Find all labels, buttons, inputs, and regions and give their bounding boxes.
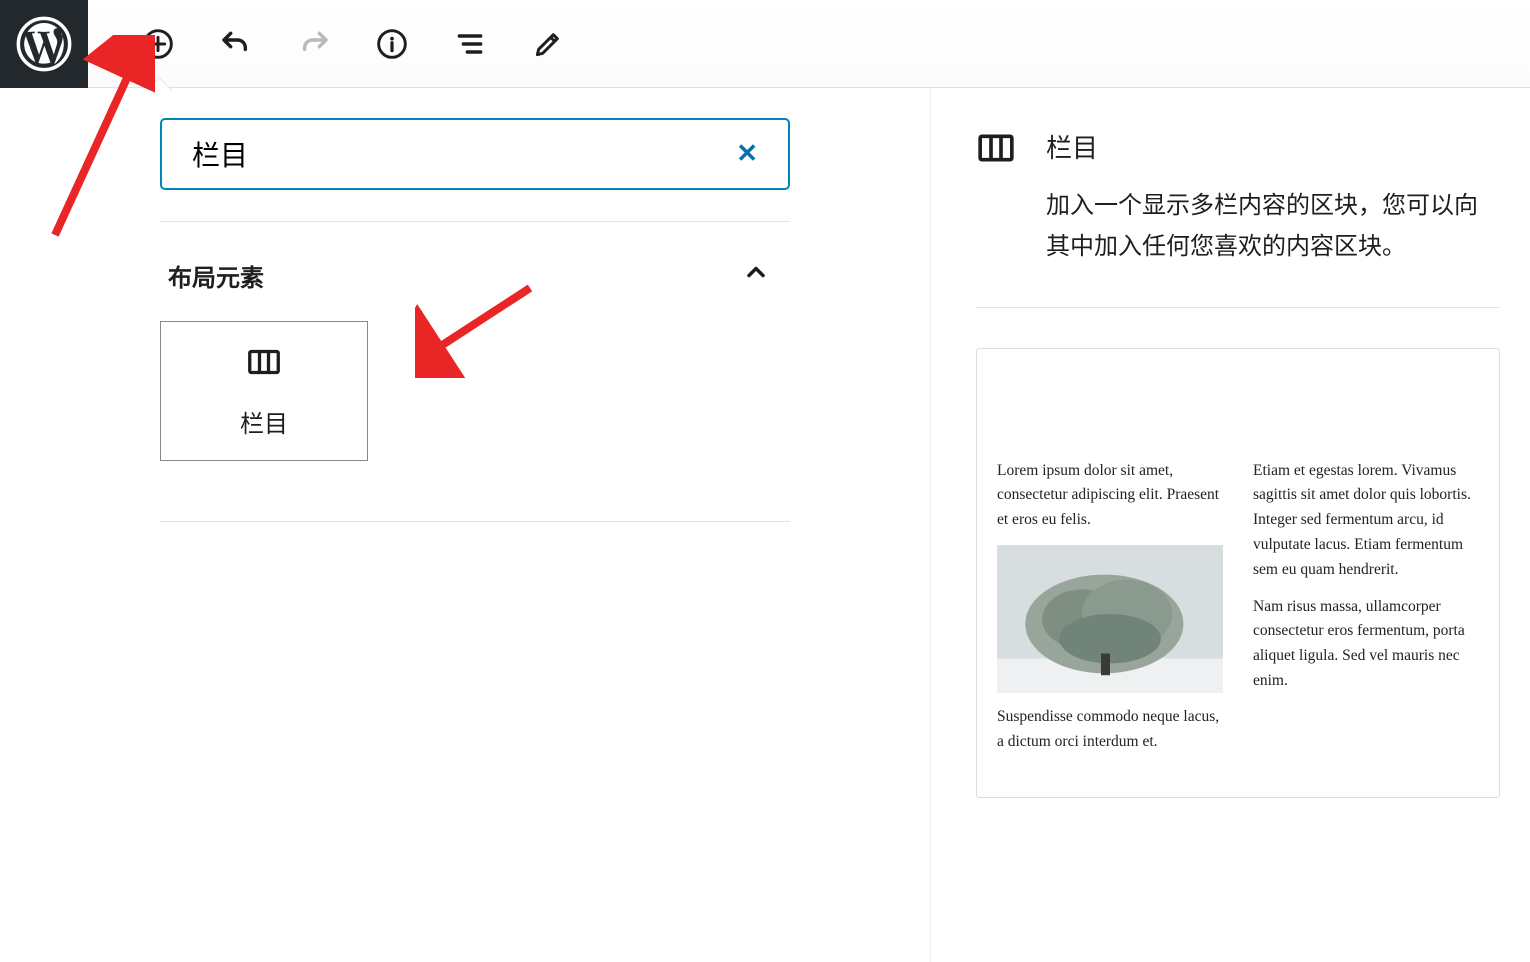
annotation-arrow-2 bbox=[415, 278, 545, 378]
columns-icon bbox=[246, 344, 282, 380]
pencil-icon bbox=[532, 28, 564, 60]
info-header: 栏目 加入一个显示多栏内容的区块，您可以向其中加入任何您喜欢的内容区块。 bbox=[976, 128, 1500, 308]
block-info-panel: 栏目 加入一个显示多栏内容的区块，您可以向其中加入任何您喜欢的内容区块。 Lor… bbox=[930, 88, 1530, 962]
block-info-title: 栏目 bbox=[1046, 128, 1500, 165]
redo-icon bbox=[298, 28, 330, 60]
search-container: ✕ bbox=[160, 118, 790, 190]
editor-toolbar bbox=[0, 0, 1530, 88]
block-tile-columns[interactable]: 栏目 bbox=[160, 321, 368, 461]
toolbar-button-group bbox=[88, 24, 568, 64]
undo-button[interactable] bbox=[216, 24, 256, 64]
columns-icon bbox=[976, 128, 1016, 267]
edit-button[interactable] bbox=[528, 24, 568, 64]
preview-text: Lorem ipsum dolor sit amet, consectetur … bbox=[997, 459, 1223, 533]
info-button[interactable] bbox=[372, 24, 412, 64]
annotation-arrow-1 bbox=[25, 35, 155, 245]
preview-text: Suspendisse commodo neque lacus, a dictu… bbox=[997, 705, 1223, 755]
divider bbox=[160, 521, 790, 522]
preview-column-2: Etiam et egestas lorem. Vivamus sagittis… bbox=[1253, 459, 1479, 767]
redo-button[interactable] bbox=[294, 24, 334, 64]
preview-column-1: Lorem ipsum dolor sit amet, consectetur … bbox=[997, 459, 1223, 767]
block-tile-label: 栏目 bbox=[240, 404, 288, 439]
block-search-input[interactable] bbox=[192, 138, 736, 170]
info-text: 栏目 加入一个显示多栏内容的区块，您可以向其中加入任何您喜欢的内容区块。 bbox=[1046, 128, 1500, 267]
outline-button[interactable] bbox=[450, 24, 490, 64]
block-info-description: 加入一个显示多栏内容的区块，您可以向其中加入任何您喜欢的内容区块。 bbox=[1046, 185, 1500, 267]
category-title: 布局元素 bbox=[168, 258, 264, 293]
undo-icon bbox=[220, 28, 252, 60]
main-content: ✕ 布局元素 栏目 栏目 加入一个显示多栏内容的区块，您可以向其中加入任何您喜欢… bbox=[0, 88, 1530, 962]
outline-icon bbox=[454, 28, 486, 60]
divider bbox=[160, 190, 790, 222]
chevron-up-icon bbox=[742, 258, 770, 293]
preview-image bbox=[997, 545, 1223, 693]
info-icon bbox=[376, 28, 408, 60]
preview-text: Etiam et egestas lorem. Vivamus sagittis… bbox=[1253, 459, 1479, 583]
block-preview: Lorem ipsum dolor sit amet, consectetur … bbox=[976, 348, 1500, 798]
preview-text: Nam risus massa, ullamcorper consectetur… bbox=[1253, 595, 1479, 694]
preview-columns: Lorem ipsum dolor sit amet, consectetur … bbox=[997, 459, 1479, 767]
clear-search-button[interactable]: ✕ bbox=[736, 139, 758, 169]
